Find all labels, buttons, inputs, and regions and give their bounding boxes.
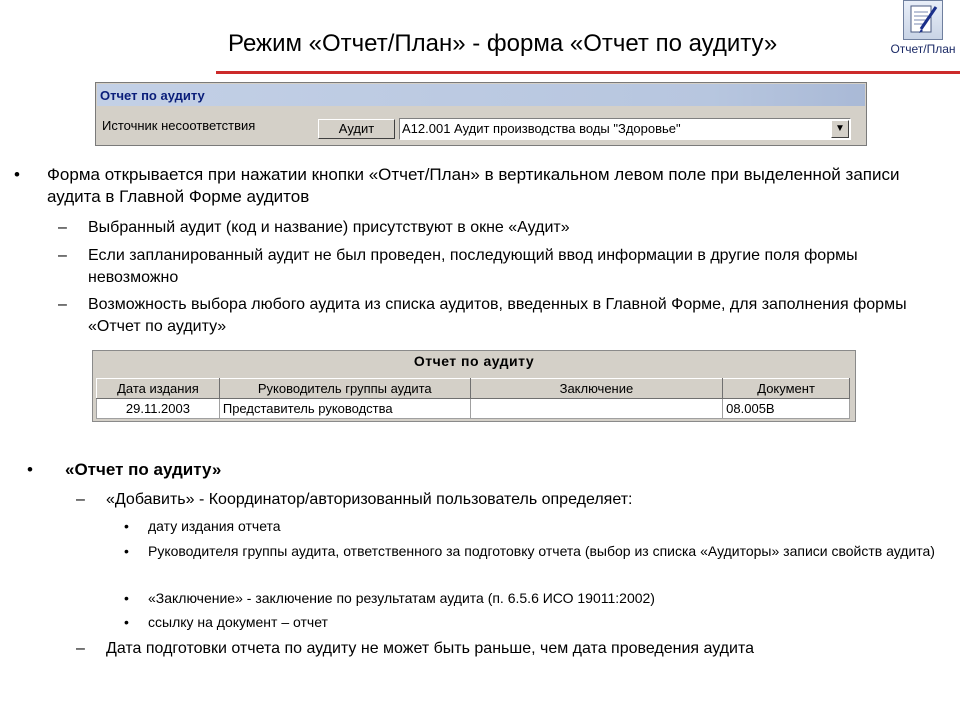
bullet-marker: • bbox=[14, 165, 20, 184]
list-item: ссылку на документ – отчет bbox=[148, 614, 328, 630]
dot-marker: • bbox=[124, 518, 129, 534]
dash-marker: – bbox=[76, 491, 85, 508]
list-item: дату издания отчета bbox=[148, 518, 281, 534]
sub-bullet: Дата подготовки отчета по аудиту не може… bbox=[106, 640, 754, 657]
table-cell[interactable]: 08.005В bbox=[722, 398, 850, 419]
sub-bullet: Выбранный аудит (код и название) присутс… bbox=[88, 219, 570, 236]
table-caption: Отчет по аудиту bbox=[413, 353, 535, 369]
dash-marker: – bbox=[58, 247, 67, 264]
audit-report-table-window: Отчет по аудиту Дата издания Руководител… bbox=[92, 350, 856, 422]
table-row[interactable]: 29.11.2003 Представитель руководства 08.… bbox=[96, 398, 850, 419]
section-heading: «Отчет по аудиту» bbox=[65, 460, 222, 479]
table-cell[interactable]: Представитель руководства bbox=[218, 398, 471, 419]
dot-marker: • bbox=[124, 590, 129, 606]
dot-marker: • bbox=[124, 543, 129, 559]
column-header[interactable]: Документ bbox=[722, 378, 850, 399]
sub-bullet: Если запланированный аудит не был провед… bbox=[88, 247, 858, 286]
list-item: «Заключение» - заключение по результатам… bbox=[148, 590, 655, 606]
notepad-pen-icon bbox=[903, 0, 943, 40]
audit-select[interactable]: А12.001 Аудит производства воды "Здоровь… bbox=[399, 118, 851, 140]
audit-report-table: Дата издания Руководитель группы аудита … bbox=[96, 378, 850, 419]
audit-button[interactable]: Аудит bbox=[318, 119, 395, 139]
audit-select-value: А12.001 Аудит производства воды "Здоровь… bbox=[402, 121, 681, 136]
column-header[interactable]: Дата издания bbox=[96, 378, 220, 399]
table-header-row: Дата издания Руководитель группы аудита … bbox=[96, 378, 850, 399]
table-cell[interactable] bbox=[469, 398, 724, 419]
title-divider bbox=[216, 71, 960, 74]
report-plan-button[interactable]: Отчет/План bbox=[886, 0, 960, 60]
column-header[interactable]: Заключение bbox=[469, 378, 724, 399]
column-header[interactable]: Руководитель группы аудита bbox=[218, 378, 471, 399]
dash-marker: – bbox=[76, 640, 85, 657]
window-title: Отчет по аудиту bbox=[100, 88, 205, 103]
audit-report-window: Отчет по аудиту Источник несоответствия … bbox=[95, 82, 867, 146]
dash-marker: – bbox=[58, 296, 67, 313]
sub-bullet: «Добавить» - Координатор/авторизованный … bbox=[106, 491, 633, 508]
table-cell[interactable]: 29.11.2003 bbox=[96, 398, 220, 419]
list-item: Руководителя группы аудита, ответственно… bbox=[148, 543, 935, 559]
chevron-down-icon[interactable]: ▼ bbox=[831, 120, 849, 138]
dash-marker: – bbox=[58, 219, 67, 236]
sub-bullet: Возможность выбора любого аудита из спис… bbox=[88, 296, 907, 335]
page-title: Режим «Отчет/План» - форма «Отчет по ауд… bbox=[228, 30, 778, 57]
source-label: Источник несоответствия bbox=[102, 118, 256, 133]
bullet-text: Форма открывается при нажатии кнопки «От… bbox=[47, 165, 900, 206]
report-plan-label: Отчет/План bbox=[890, 42, 956, 56]
dot-marker: • bbox=[124, 614, 129, 630]
bullet-marker: • bbox=[27, 460, 33, 479]
window-titlebar: Отчет по аудиту bbox=[97, 84, 865, 106]
